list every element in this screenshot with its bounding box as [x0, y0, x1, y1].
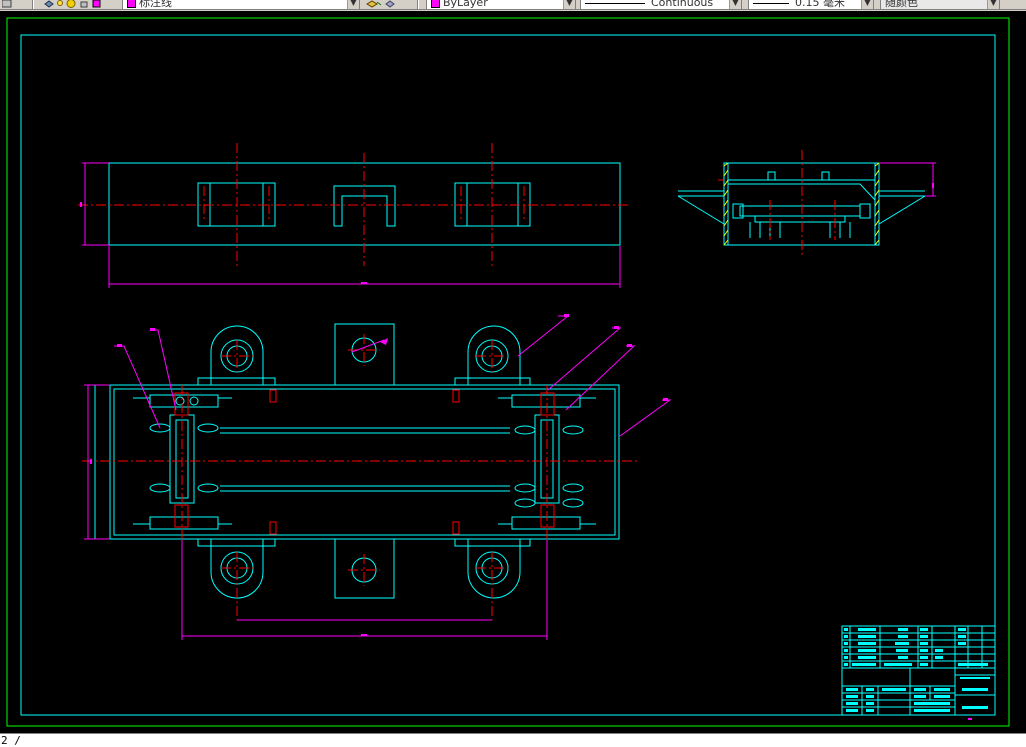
- layer-color-swatch: [127, 0, 136, 8]
- top-view: [82, 314, 672, 640]
- layer-previous-icon[interactable]: [366, 0, 382, 8]
- color-value: ByLayer: [443, 0, 488, 9]
- linetype-dropdown[interactable]: Continuous ▼: [580, 0, 742, 9]
- properties-toolbar: 标注线 ▼ ByLayer ▼ Continuous ▼ 0.15 毫米 ▼ 随…: [0, 0, 1026, 10]
- lineweight-sample: [753, 2, 789, 4]
- toolbar-separator: [32, 0, 34, 9]
- toolbar-left-icons: [2, 0, 12, 9]
- drawing-canvas[interactable]: [0, 11, 1026, 733]
- layer-manager-icon[interactable]: [2, 0, 12, 8]
- plotstyle-value: 随颜色: [885, 0, 918, 9]
- layer-name: 标注线: [139, 0, 172, 9]
- sun-icon[interactable]: [66, 0, 76, 8]
- chevron-down-icon[interactable]: ▼: [563, 0, 575, 9]
- command-line[interactable]: 2 /: [0, 733, 1026, 747]
- toolbar-separator: [417, 0, 419, 9]
- chevron-down-icon[interactable]: ▼: [987, 0, 999, 9]
- drawing-svg: [6, 17, 1010, 727]
- linetype-value: Continuous: [651, 0, 714, 9]
- layer-states-manager-icon[interactable]: [385, 0, 395, 8]
- chevron-down-icon[interactable]: ▼: [347, 0, 359, 9]
- layer-color-icon[interactable]: [92, 0, 102, 8]
- lightbulb-icon[interactable]: [57, 0, 63, 8]
- command-line-text: 2 /: [1, 734, 21, 747]
- color-dropdown[interactable]: ByLayer ▼: [426, 0, 576, 9]
- front-view: [78, 143, 630, 288]
- lock-icon[interactable]: [79, 0, 89, 8]
- layer-dropdown[interactable]: 标注线 ▼: [122, 0, 360, 9]
- inner-frame: [20, 34, 996, 716]
- lineweight-dropdown[interactable]: 0.15 毫米 ▼: [748, 0, 874, 9]
- side-view: [677, 150, 936, 258]
- chevron-down-icon[interactable]: ▼: [861, 0, 873, 9]
- title-block: [841, 625, 996, 720]
- chevron-down-icon[interactable]: ▼: [729, 0, 741, 9]
- plotstyle-dropdown[interactable]: 随颜色 ▼: [880, 0, 1000, 9]
- outer-frame: [6, 17, 1010, 727]
- layer-states-icon[interactable]: [44, 0, 54, 8]
- layer-state-icons: [44, 0, 102, 9]
- lineweight-value: 0.15 毫米: [795, 0, 845, 9]
- linetype-sample: [585, 2, 645, 4]
- layer-tools: [366, 0, 395, 9]
- color-swatch: [431, 0, 440, 8]
